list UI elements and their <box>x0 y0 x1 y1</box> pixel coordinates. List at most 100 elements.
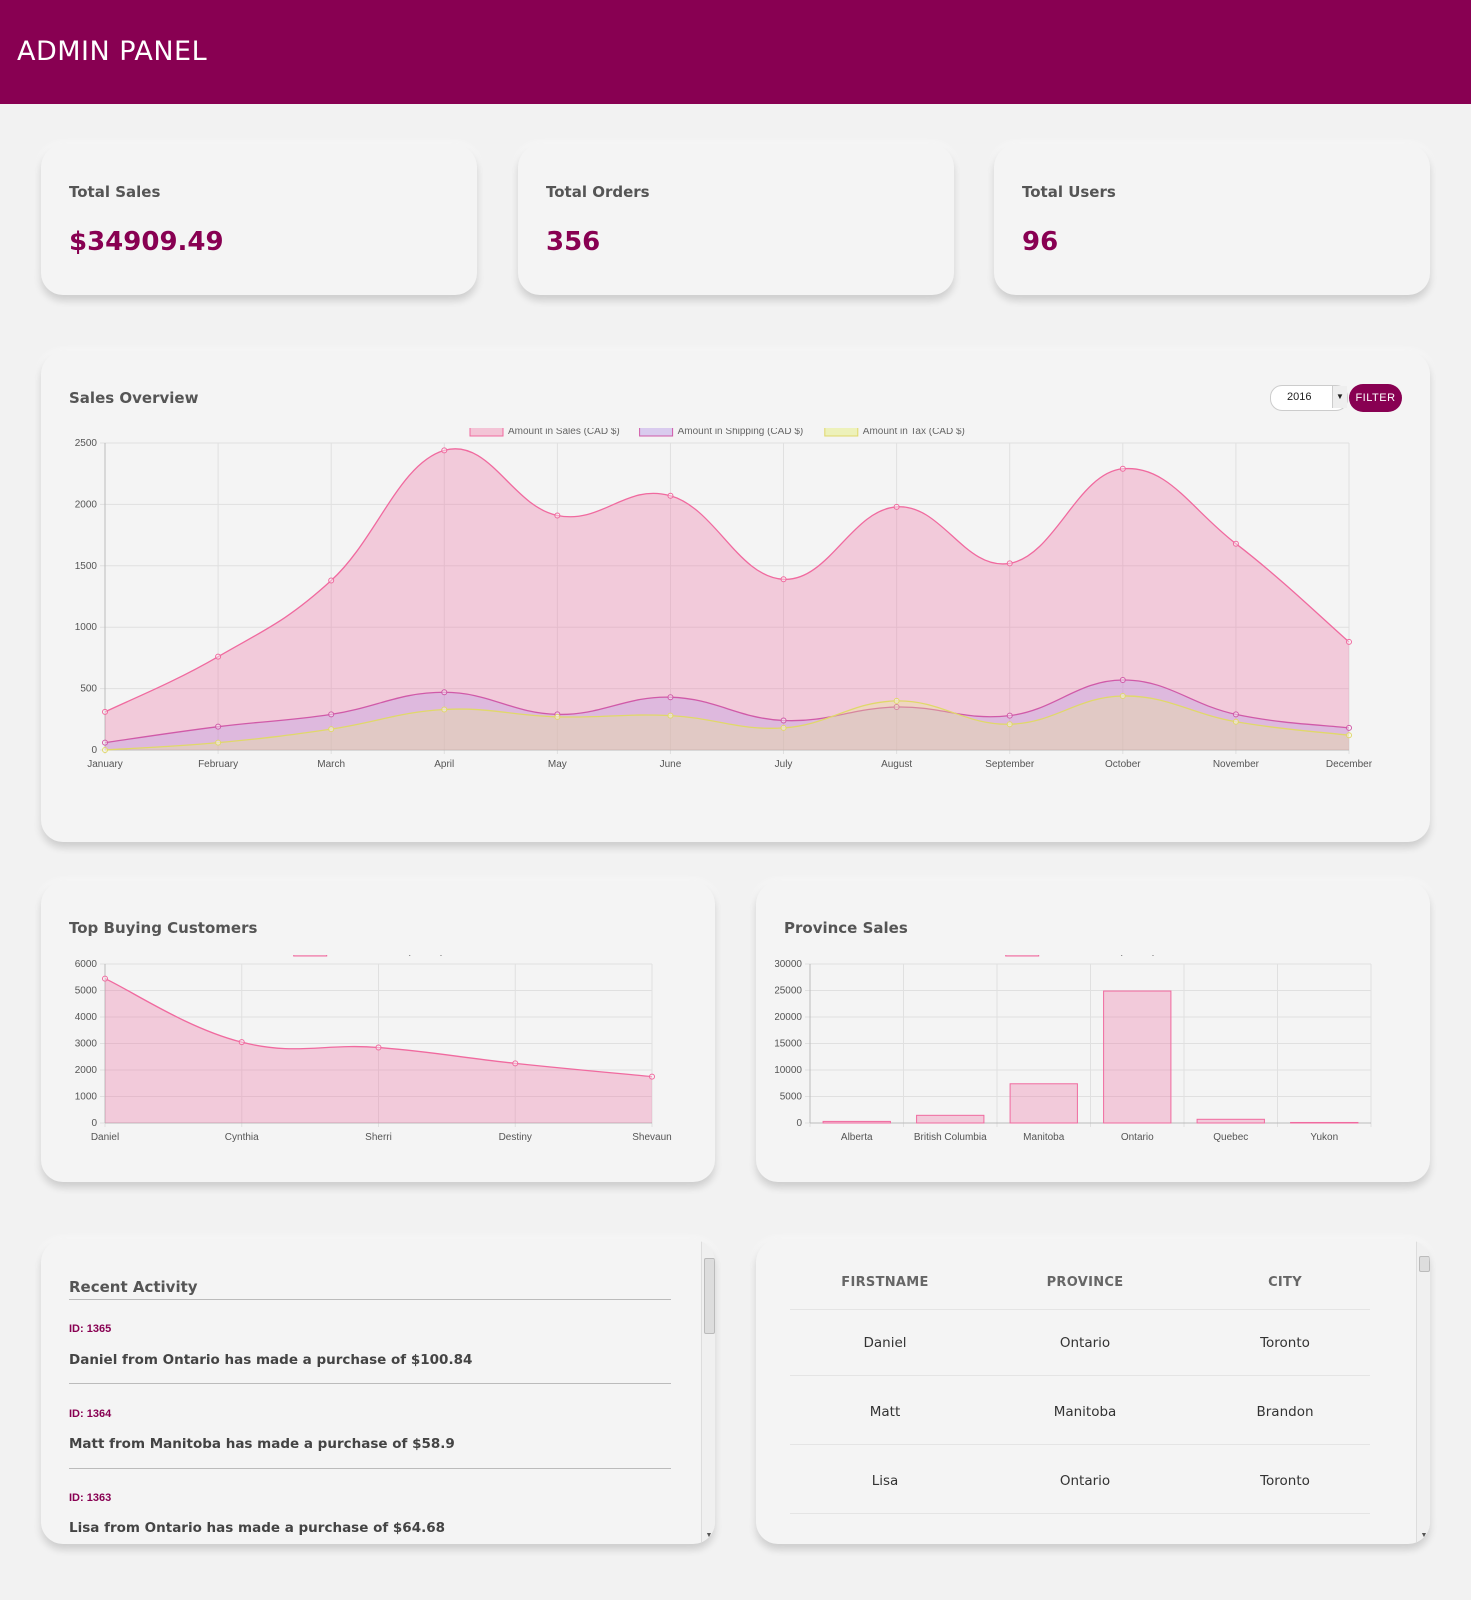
x-tick-label: British Columbia <box>914 1132 987 1143</box>
y-tick-label: 30000 <box>775 959 802 970</box>
app-title: ADMIN PANEL <box>17 36 208 67</box>
province-sales-chart: Amount in Sales (CAD $) 0 5000 10000 15000 20… <box>775 955 1372 1143</box>
data-point <box>215 653 222 660</box>
legend-swatch <box>639 428 674 437</box>
recent-activity-card: Recent Activity ID: 1365 Daniel from Ont… <box>41 1240 715 1544</box>
data-point <box>102 747 108 753</box>
chevron-down-icon[interactable]: ▼ <box>1332 386 1347 408</box>
sales-overview-title: Sales Overview <box>69 389 199 407</box>
total-users-label: Total Users <box>1022 183 1116 201</box>
data-point <box>512 1060 519 1067</box>
y-tick-label: 4000 <box>75 1012 98 1023</box>
scroll-thumb[interactable] <box>1419 1256 1430 1272</box>
x-tick-label: October <box>1105 759 1141 770</box>
column-header-province[interactable]: PROVINCE <box>1005 1275 1165 1290</box>
data-point <box>1119 692 1126 699</box>
data-point <box>1346 724 1352 731</box>
total-orders-label: Total Orders <box>546 183 650 201</box>
x-tick-label: May <box>548 759 567 770</box>
x-tick-label: September <box>985 759 1035 770</box>
data-point <box>328 711 335 718</box>
activity-text: Matt from Manitoba has made a purchase o… <box>69 1436 455 1452</box>
legend-label: Amount in Sales (CAD $) <box>332 955 444 957</box>
data-point <box>328 577 335 584</box>
data-point <box>780 717 787 724</box>
scroll-down-icon[interactable]: ▼ <box>1417 1532 1430 1544</box>
legend-label: Amount in Shipping (CAD $) <box>678 428 804 437</box>
sales-overview-chart: Amount in Sales (CAD $) Amount in Shippin… <box>75 428 1373 770</box>
cell-province: Ontario <box>1059 1473 1111 1489</box>
x-tick-label: Yukon <box>1310 1132 1338 1143</box>
scroll-up-icon[interactable]: ▲ <box>702 1240 715 1252</box>
scroll-thumb[interactable] <box>704 1258 715 1334</box>
scroll-up-icon[interactable]: ▲ <box>1417 1240 1430 1252</box>
column-header-city[interactable]: CITY <box>1205 1275 1365 1290</box>
x-tick-label: April <box>434 759 454 770</box>
x-tick-label: December <box>1326 759 1373 770</box>
cell-city: Brandon <box>1256 1404 1314 1420</box>
data-point <box>238 1039 245 1046</box>
legend-swatch <box>1005 955 1040 957</box>
y-tick-label: 5000 <box>75 986 98 997</box>
y-tick-label: 500 <box>80 684 97 695</box>
table-scrollbar[interactable]: ▲ ▼ <box>1416 1240 1430 1544</box>
y-tick-label: 6000 <box>75 959 98 970</box>
activity-id: ID: 1363 <box>69 1492 112 1504</box>
y-tick-label: 0 <box>91 745 97 756</box>
y-tick-label: 2000 <box>75 499 98 510</box>
data-point <box>893 503 900 510</box>
recent-activity-title: Recent Activity <box>69 1278 198 1296</box>
cell-firstname: Daniel <box>863 1335 907 1351</box>
year-select-value: 2016 <box>1287 391 1312 403</box>
scroll-down-icon[interactable]: ▼ <box>702 1532 715 1544</box>
year-select[interactable]: 2016 ▼ <box>1270 385 1348 411</box>
y-tick-label: 2500 <box>75 438 98 449</box>
data-point <box>649 1073 655 1080</box>
activity-scrollbar[interactable]: ▲ ▼ <box>701 1240 715 1544</box>
x-tick-label: Shevaun <box>632 1132 671 1143</box>
total-sales-card: Total Sales $34909.49 <box>41 145 477 295</box>
activity-id: ID: 1365 <box>69 1323 112 1335</box>
x-tick-label: March <box>317 759 345 770</box>
x-tick-label: August <box>881 759 912 770</box>
x-tick-label: June <box>660 759 682 770</box>
data-point <box>441 689 448 696</box>
row-divider <box>790 1375 1370 1376</box>
x-tick-label: January <box>87 759 123 770</box>
data-point <box>1232 711 1239 718</box>
data-point <box>1006 560 1013 567</box>
data-point <box>215 723 222 730</box>
data-point <box>554 713 561 720</box>
data-point <box>328 726 335 733</box>
data-point <box>667 694 674 701</box>
y-tick-label: 5000 <box>780 1092 803 1103</box>
activity-text: Lisa from Ontario has made a purchase of… <box>69 1520 446 1536</box>
data-point <box>1119 677 1126 684</box>
cell-province: Manitoba <box>1053 1404 1117 1420</box>
province-sales-title: Province Sales <box>784 919 908 937</box>
legend-label: Amount in Sales (CAD $) <box>1044 955 1156 957</box>
filter-button[interactable]: FILTER <box>1349 384 1402 412</box>
top-bar: ADMIN PANEL <box>0 0 1471 104</box>
cell-city: Toronto <box>1260 1473 1310 1489</box>
data-point <box>441 447 448 454</box>
data-point <box>441 706 448 713</box>
cell-firstname: Lisa <box>871 1473 899 1489</box>
bar <box>1103 990 1172 1124</box>
x-tick-label: Alberta <box>841 1132 873 1143</box>
data-point <box>1006 712 1013 719</box>
data-point <box>1119 465 1126 472</box>
total-users-value: 96 <box>1022 227 1059 257</box>
bar <box>916 1114 985 1124</box>
y-tick-label: 3000 <box>75 1039 98 1050</box>
bar <box>1196 1118 1265 1124</box>
row-divider <box>790 1513 1370 1514</box>
legend-label: Amount in Sales (CAD $) <box>508 428 620 437</box>
cell-city: Toronto <box>1260 1335 1310 1351</box>
data-point <box>1346 732 1352 739</box>
column-header-firstname[interactable]: FIRSTNAME <box>805 1275 965 1290</box>
total-sales-value: $34909.49 <box>69 227 224 257</box>
legend-swatch <box>293 955 328 957</box>
y-tick-label: 1000 <box>75 1092 98 1103</box>
data-point <box>893 697 900 704</box>
